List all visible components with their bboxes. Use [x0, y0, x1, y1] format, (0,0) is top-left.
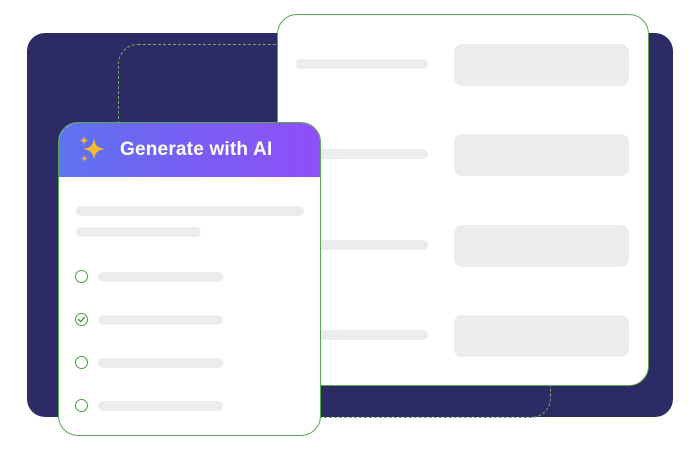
radio-unchecked-icon[interactable] [75, 356, 88, 369]
form-row [278, 225, 648, 267]
radio-checked-icon[interactable] [75, 313, 88, 326]
option-label-placeholder [98, 401, 223, 411]
form-row [278, 44, 648, 86]
generate-with-ai-card: Generate with AI [58, 122, 321, 436]
option-label-placeholder [98, 358, 223, 368]
option-label-placeholder [98, 272, 223, 282]
option-label-placeholder [98, 315, 223, 325]
form-input-placeholder[interactable] [454, 44, 629, 86]
form-input-placeholder[interactable] [454, 315, 629, 357]
sparkle-icon [79, 136, 105, 162]
ai-card-header[interactable]: Generate with AI [59, 123, 320, 177]
form-row [278, 315, 648, 357]
option-item[interactable] [75, 270, 305, 284]
form-input-placeholder[interactable] [454, 134, 629, 176]
form-row [278, 134, 648, 176]
radio-unchecked-icon[interactable] [75, 270, 88, 283]
description-line [76, 206, 304, 216]
option-item[interactable] [75, 399, 305, 413]
form-label-placeholder [296, 59, 428, 69]
radio-unchecked-icon[interactable] [75, 399, 88, 412]
ai-card-title: Generate with AI [120, 139, 273, 160]
option-item[interactable] [75, 313, 305, 327]
form-card [277, 14, 649, 386]
option-item[interactable] [75, 356, 305, 370]
description-line [76, 227, 201, 237]
form-input-placeholder[interactable] [454, 225, 629, 267]
